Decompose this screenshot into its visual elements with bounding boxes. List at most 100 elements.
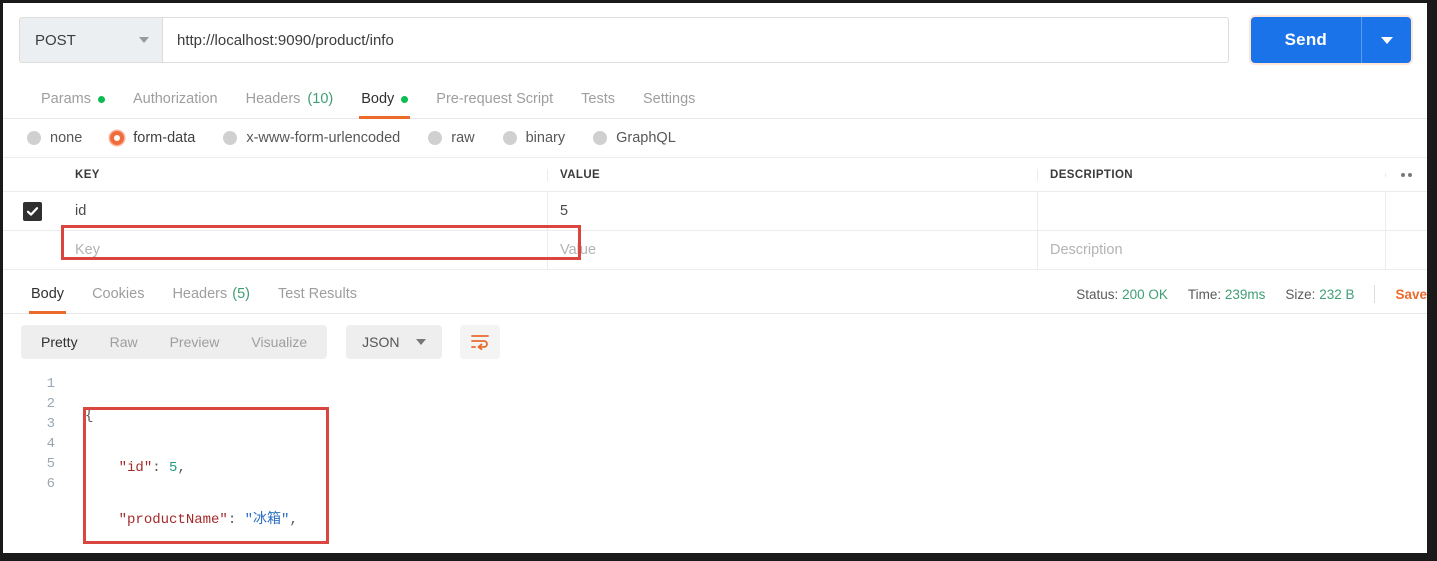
response-body-viewer[interactable]: 1 2 3 4 5 6 { "id": 5, "productName": "冰…: [3, 368, 1427, 553]
empty-row-value-input[interactable]: Value: [548, 231, 1038, 269]
response-format-value: JSON: [362, 334, 400, 350]
body-type-form-data[interactable]: form-data: [110, 130, 195, 146]
tab-label: Tests: [581, 91, 615, 107]
send-button[interactable]: Send: [1250, 17, 1361, 63]
body-type-none[interactable]: none: [27, 130, 82, 146]
http-method-select[interactable]: POST: [19, 17, 162, 63]
time-label: Time:: [1187, 286, 1222, 302]
tab-label: Body: [31, 286, 65, 302]
empty-row-description-input[interactable]: Description: [1038, 231, 1385, 269]
tab-settings[interactable]: Settings: [629, 91, 709, 118]
empty-row-key-input[interactable]: Key: [63, 231, 548, 269]
modified-dot-icon: [97, 95, 105, 103]
ellipsis-icon: [1401, 172, 1412, 177]
row-value-input[interactable]: 5: [548, 192, 1038, 230]
table-options-button[interactable]: [1385, 172, 1427, 177]
response-tab-headers[interactable]: Headers (5): [158, 286, 264, 313]
empty-key-placeholder: Key: [75, 242, 100, 258]
tab-label: Headers: [245, 91, 301, 107]
header-value: VALUE: [548, 168, 1038, 181]
table-header-row: KEY VALUE DESCRIPTION: [3, 158, 1427, 192]
radio-label: raw: [451, 130, 475, 146]
row-key-value: id: [75, 203, 87, 219]
tab-headers[interactable]: Headers (10): [232, 91, 348, 118]
time-value: 239ms: [1224, 286, 1266, 302]
line-number: 6: [46, 476, 55, 492]
line-number: 2: [46, 396, 55, 412]
row-key-input[interactable]: id: [63, 192, 548, 230]
table-row: id 5: [3, 192, 1427, 231]
tab-tests[interactable]: Tests: [567, 91, 629, 118]
row-value-value: 5: [560, 203, 569, 219]
header-key: KEY: [63, 168, 548, 181]
tab-label: Headers: [172, 286, 228, 302]
divider: [1374, 285, 1376, 303]
view-mode-raw[interactable]: Raw: [94, 325, 154, 359]
line-number: 3: [46, 416, 55, 432]
tab-pre-request-script[interactable]: Pre-request Script: [422, 91, 567, 118]
body-type-raw[interactable]: raw: [428, 130, 475, 146]
tab-params[interactable]: Params: [27, 91, 119, 118]
tab-label: Settings: [642, 91, 696, 107]
response-view-toolbar: Pretty Raw Preview Visualize JSON: [3, 314, 1427, 368]
tab-label: Body: [361, 91, 395, 107]
row-enabled-checkbox[interactable]: [23, 201, 42, 221]
chevron-down-icon: [415, 339, 426, 345]
size-value: 232 B: [1319, 286, 1355, 302]
view-mode-visualize[interactable]: Visualize: [235, 325, 323, 359]
form-data-table: KEY VALUE DESCRIPTION id 5 Key Value Des…: [3, 158, 1427, 270]
response-format-select[interactable]: JSON: [346, 325, 442, 359]
line-number: 4: [46, 436, 55, 452]
tab-authorization[interactable]: Authorization: [119, 91, 232, 118]
chevron-down-icon: [139, 37, 149, 43]
request-tabs: Params Authorization Headers (10) Body P…: [3, 75, 1427, 119]
header-description: DESCRIPTION: [1050, 168, 1133, 181]
tab-count: (10): [307, 91, 334, 107]
response-meta: Status: 200 OK Time: 239ms Size: 232 B S…: [1076, 285, 1427, 303]
status-label: Status:: [1076, 286, 1119, 302]
tab-label: Pre-request Script: [436, 91, 554, 107]
view-mode-preview[interactable]: Preview: [154, 325, 236, 359]
tab-count: (5): [232, 286, 250, 302]
body-type-binary[interactable]: binary: [502, 130, 565, 146]
tab-label: Params: [41, 91, 91, 107]
chevron-down-icon: [1380, 36, 1393, 44]
empty-row-checkbox-cell: [3, 231, 63, 269]
response-tabs: Body Cookies Headers (5) Test Results St…: [3, 270, 1427, 314]
empty-desc-placeholder: Description: [1050, 242, 1123, 258]
response-tab-test-results[interactable]: Test Results: [264, 286, 371, 313]
tab-body[interactable]: Body: [347, 91, 422, 119]
save-response-link[interactable]: Save: [1395, 287, 1427, 302]
status-group: Status: 200 OK: [1076, 287, 1168, 302]
modified-dot-icon: [401, 95, 409, 103]
http-method-value: POST: [35, 31, 76, 49]
radio-label: none: [50, 130, 83, 146]
send-options-button[interactable]: [1361, 17, 1411, 63]
response-tab-body[interactable]: Body: [17, 286, 78, 314]
response-tab-cookies[interactable]: Cookies: [78, 286, 158, 313]
json-line-productName: "productName": "冰箱",: [118, 512, 298, 528]
json-line-open: {: [85, 408, 94, 424]
body-type-urlencoded[interactable]: x-www-form-urlencoded: [223, 130, 400, 146]
size-label: Size:: [1285, 286, 1316, 302]
request-url-input[interactable]: http://localhost:9090/product/info: [162, 17, 1229, 63]
tab-label: Cookies: [92, 286, 145, 302]
send-button-group: Send: [1250, 17, 1411, 63]
wrap-lines-button[interactable]: [459, 325, 500, 359]
request-url-bar: POST http://localhost:9090/product/info …: [3, 3, 1427, 75]
postman-window: POST http://localhost:9090/product/info …: [0, 0, 1437, 561]
table-row-empty: Key Value Description: [3, 231, 1427, 270]
view-mode-pretty[interactable]: Pretty: [25, 325, 94, 359]
body-type-graphql[interactable]: GraphQL: [593, 130, 676, 146]
size-group: Size: 232 B: [1285, 287, 1354, 302]
empty-row-options: [1385, 231, 1427, 269]
json-code: { "id": 5, "productName": "冰箱", "product…: [71, 374, 303, 553]
json-line-id: "id": 5,: [118, 460, 186, 476]
time-group: Time: 239ms: [1188, 287, 1266, 302]
row-description-input[interactable]: [1038, 192, 1385, 230]
radio-icon: [223, 131, 238, 145]
line-number: 1: [46, 376, 55, 392]
radio-icon: [27, 131, 41, 145]
wrap-lines-icon: [470, 335, 489, 350]
tab-label: Authorization: [132, 91, 218, 107]
